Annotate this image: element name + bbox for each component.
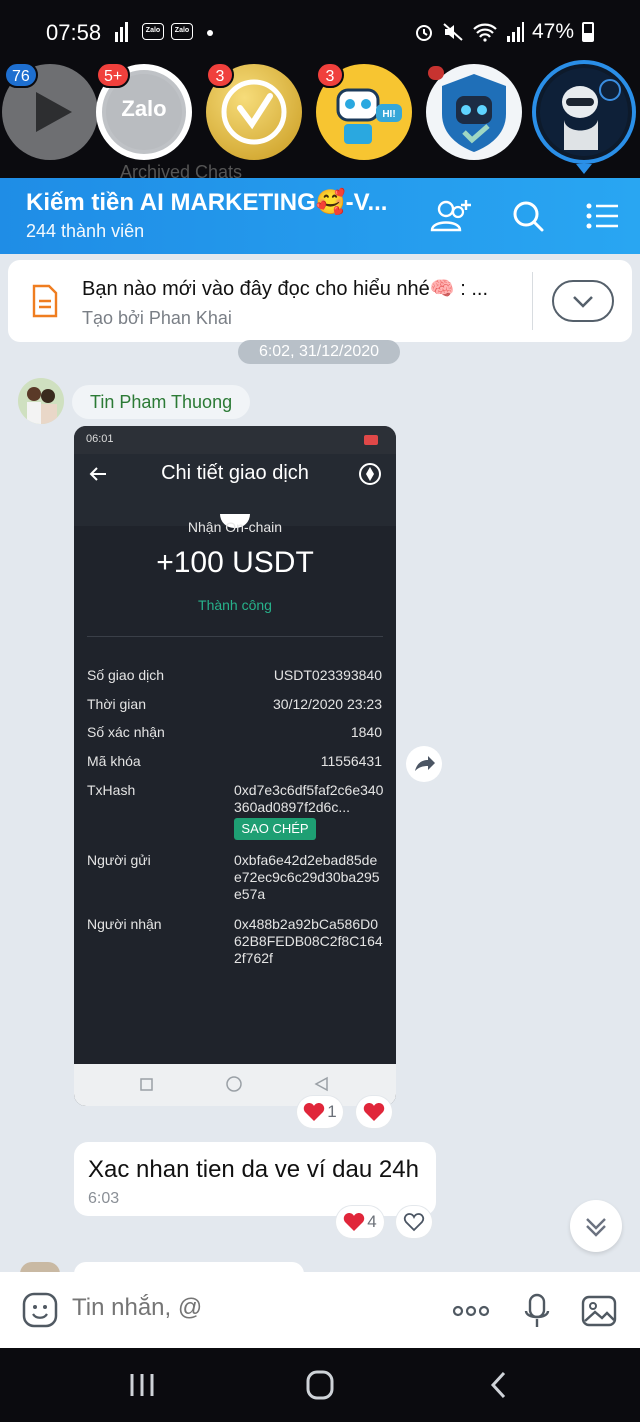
chat-header: Kiếm tiền AI MARKETING🥰-V... 244 thành v…: [0, 178, 640, 254]
react-button[interactable]: [396, 1206, 432, 1238]
more-notifications-dot: [207, 30, 213, 36]
bubble-badge-dot: [428, 66, 444, 80]
heart-outline-icon: [403, 1213, 425, 1232]
mute-icon: [443, 23, 463, 41]
zalo-notification-icon: Zalo: [142, 23, 164, 40]
row-value: 1840: [350, 724, 382, 740]
composer-bar: [0, 1272, 640, 1348]
double-chevron-down-icon: [586, 1218, 606, 1237]
avatar-photo: [18, 378, 64, 424]
emoji-icon[interactable]: [22, 1292, 58, 1328]
screenshot-title: Chi tiết giao dịch: [161, 462, 309, 484]
microphone-icon[interactable]: [518, 1292, 556, 1330]
bubble-badge: 3: [206, 62, 234, 88]
message-text: Xac nhan tien da ve ví dau 24h: [88, 1156, 419, 1183]
recent-apps-icon[interactable]: [122, 1368, 162, 1402]
alarm-icon: [415, 25, 432, 41]
battery-icon: [364, 435, 378, 445]
cell-signal-icon: [506, 22, 524, 42]
battery-icon: [582, 22, 594, 42]
ethereum-icon: [359, 463, 381, 485]
row-value: 11556431: [320, 753, 382, 769]
bubble-robot-ai[interactable]: [532, 60, 636, 164]
share-button[interactable]: [406, 746, 442, 782]
menu-list-icon[interactable]: [580, 196, 624, 236]
divider: [87, 636, 383, 637]
heart-icon: [363, 1103, 385, 1121]
receiver-address-value: 0x488b2a92bCa586D062B8FEDB08C2f8C1642f76…: [234, 916, 383, 966]
sender-name[interactable]: Tin Pham Thuong: [72, 385, 251, 419]
bubble-badge: 5+: [96, 62, 131, 88]
pinned-note-title: Bạn nào mới vào đây đọc cho hiểu nhé🧠 : …: [82, 278, 489, 300]
battery-percent: 47%: [531, 20, 574, 43]
zalo-notification-icon: Zalo: [171, 23, 193, 40]
copy-button: SAO CHÉP: [234, 818, 316, 840]
status-bar: 07:58 Zalo Zalo 47%: [0, 0, 640, 64]
ai-robot-icon: [540, 68, 628, 156]
sender-address-value: 0xbfa6e42d2ebad85dee72ec9c6c29d30ba295e5…: [234, 852, 380, 902]
status-right: 47%: [414, 20, 594, 44]
row-label: Mã khóa: [87, 753, 141, 769]
heart-icon: [344, 1213, 365, 1231]
txhash-label: TxHash: [87, 782, 136, 798]
pinned-note-creator: Tạo bởi Phan Khai: [82, 308, 232, 328]
back-icon[interactable]: [480, 1368, 520, 1402]
reaction-summary[interactable]: 1: [297, 1096, 343, 1128]
row-value: USDT023393840: [273, 667, 382, 683]
divider: [532, 272, 533, 330]
add-member-icon[interactable]: [428, 196, 472, 236]
home-icon[interactable]: [300, 1368, 340, 1402]
row-value: 30/12/2020 23:23: [273, 696, 382, 712]
screenshot-header: Chi tiết giao dịch: [74, 454, 396, 528]
sender-address-label: Người gửi: [87, 852, 151, 868]
screenshot-status-bar: 06:01: [74, 426, 396, 454]
share-arrow-icon: [415, 756, 435, 771]
screenshot-status: Thành công: [198, 597, 272, 613]
screenshot-amount: +100 USDT: [156, 546, 314, 579]
search-icon[interactable]: [506, 196, 550, 236]
text-message[interactable]: Xac nhan tien da ve ví dau 24h 6:03: [74, 1142, 436, 1216]
receiver-address-label: Người nhận: [87, 916, 162, 932]
chat-heads-strip: 76 Zalo 5+ 3 HI! 3 Archived Chats: [0, 60, 640, 182]
signal-icon: [115, 22, 128, 42]
date-divider: 6:02, 31/12/2020: [238, 340, 400, 364]
document-icon: [32, 284, 58, 318]
scroll-to-bottom-button[interactable]: [570, 1200, 622, 1252]
avatar[interactable]: [18, 378, 64, 424]
bubble-badge: 76: [4, 62, 38, 88]
member-count[interactable]: 244 thành viên: [26, 221, 144, 242]
heart-icon: [304, 1103, 325, 1121]
zalo-logo-text: Zalo: [121, 96, 167, 121]
more-options-icon[interactable]: [450, 1292, 492, 1330]
active-bubble-pointer: [576, 164, 592, 174]
image-gallery-icon[interactable]: [580, 1292, 618, 1330]
txhash-value: 0xd7e3c6df5faf2c6e340360ad0897f2d6c...: [234, 782, 384, 815]
group-title[interactable]: Kiếm tiền AI MARKETING🥰-V...: [26, 188, 387, 217]
screenshot-subtitle: Nhận On-chain: [187, 519, 283, 535]
status-time: 07:58: [46, 20, 102, 45]
row-label: Số xác nhận: [87, 724, 165, 740]
chevron-down-icon: [573, 296, 593, 308]
screenshot-nav-icons: [140, 1076, 328, 1092]
bubble-badge: 3: [316, 62, 344, 88]
expand-pinned-button[interactable]: [552, 280, 614, 322]
system-nav-bar: [0, 1348, 640, 1422]
message-input[interactable]: [72, 1294, 432, 1322]
reaction-summary[interactable]: 4: [336, 1206, 384, 1238]
hi-label: HI!: [382, 109, 395, 120]
message-time: 6:03: [88, 1190, 120, 1207]
wifi-icon: [473, 23, 497, 42]
screenshot-nav-bar: [74, 1064, 396, 1106]
image-message[interactable]: 06:01 Chi tiết giao dịch Nhận On-chain +…: [74, 426, 396, 1106]
row-label: Thời gian: [87, 696, 146, 712]
row-label: Số giao dịch: [87, 667, 165, 683]
react-button[interactable]: [356, 1096, 392, 1128]
pinned-note[interactable]: Bạn nào mới vào đây đọc cho hiểu nhé🧠 : …: [8, 260, 632, 342]
